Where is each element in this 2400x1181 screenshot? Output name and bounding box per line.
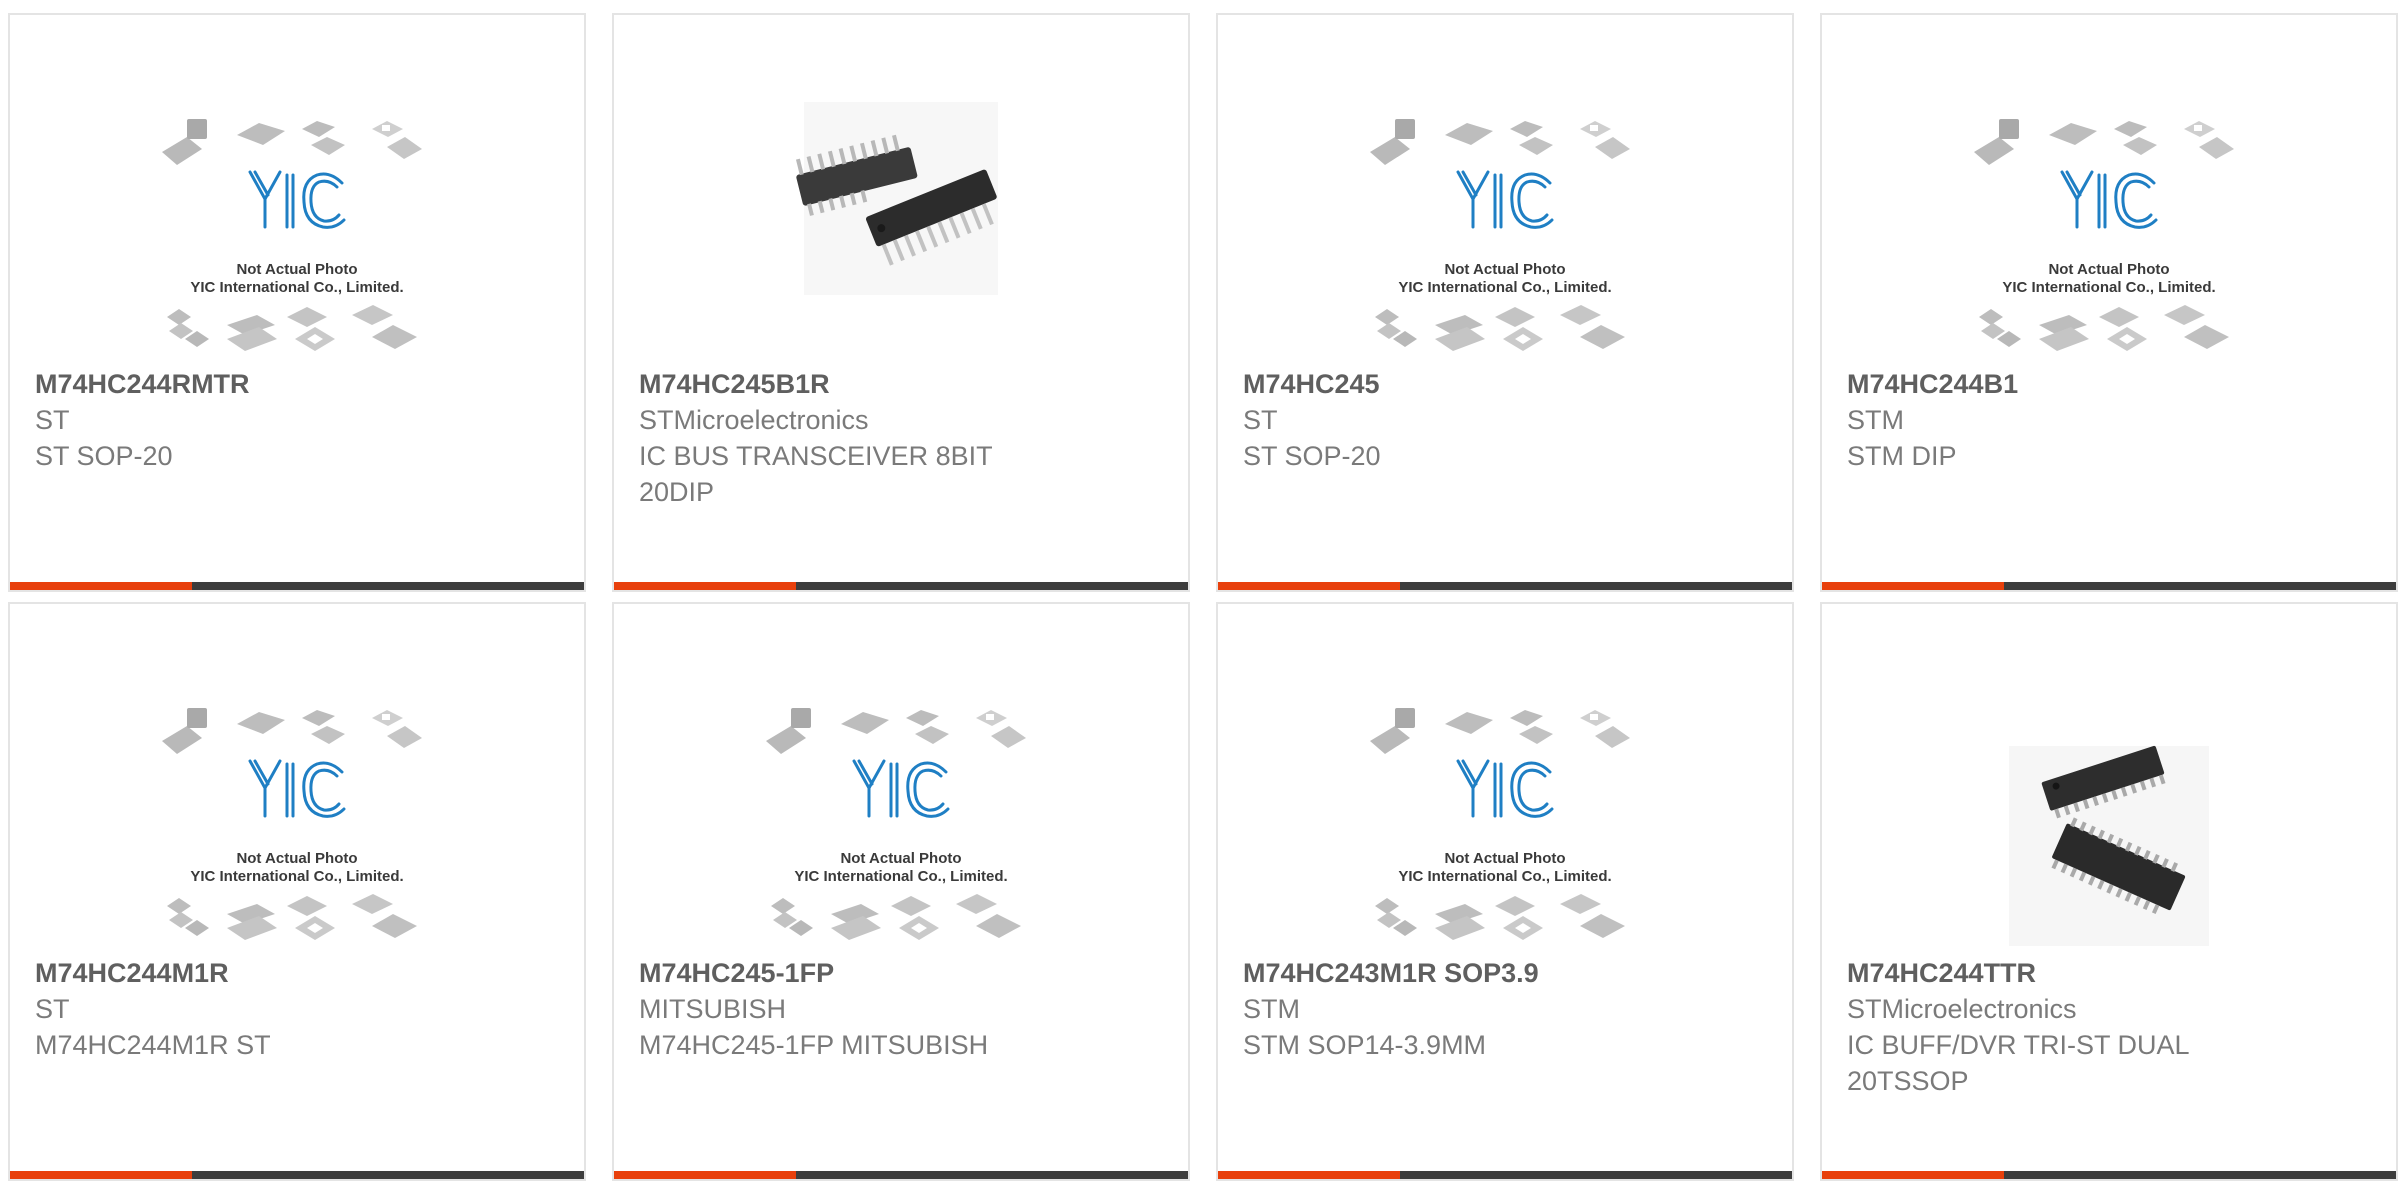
placeholder-caption-line2: YIC International Co., Limited.	[2002, 279, 2215, 296]
placeholder-caption-line2: YIC International Co., Limited.	[1398, 279, 1611, 296]
placeholder-caption-line1: Not Actual Photo	[236, 261, 357, 278]
placeholder-caption-line1: Not Actual Photo	[1444, 850, 1565, 867]
product-card[interactable]: Not Actual Photo YIC International Co., …	[1216, 602, 1794, 1181]
part-number[interactable]: M74HC244M1R	[35, 955, 465, 991]
description: M74HC245-1FP MITSUBISH	[639, 1030, 989, 1060]
placeholder-caption-line2: YIC International Co., Limited.	[190, 279, 403, 296]
manufacturer: MITSUBISH	[639, 994, 787, 1024]
card-bottom-bar	[614, 1171, 1188, 1179]
card-bottom-bar	[1218, 1171, 1792, 1179]
part-number[interactable]: M74HC245B1R	[639, 366, 1069, 402]
product-card[interactable]: Not Actual Photo YIC International Co., …	[8, 602, 586, 1181]
product-grid: Not Actual Photo YIC International Co., …	[0, 0, 2400, 1181]
manufacturer: ST	[1243, 405, 1278, 435]
placeholder-image: Not Actual Photo YIC International Co., …	[764, 706, 1028, 942]
product-info: M74HC244RMTR ST ST SOP-20	[35, 366, 465, 474]
card-accent	[614, 1171, 796, 1179]
description: IC BUS TRANSCEIVER 8BIT 20DIP	[639, 441, 993, 507]
card-bottom-bar	[1822, 582, 2396, 590]
card-bottom-bar	[1218, 582, 1792, 590]
placeholder-caption-line1: Not Actual Photo	[840, 850, 961, 867]
part-number[interactable]: M74HC245-1FP	[639, 955, 1069, 991]
description: STM DIP	[1847, 441, 1957, 471]
manufacturer: STMicroelectronics	[639, 405, 869, 435]
product-info: M74HC244B1 STM STM DIP	[1847, 366, 2277, 474]
description: ST SOP-20	[1243, 441, 1381, 471]
manufacturer: STMicroelectronics	[1847, 994, 2077, 1024]
card-accent	[614, 582, 796, 590]
part-number[interactable]: M74HC245	[1243, 366, 1673, 402]
product-info: M74HC244M1R ST M74HC244M1R ST	[35, 955, 465, 1063]
placeholder-caption-line2: YIC International Co., Limited.	[1398, 868, 1611, 885]
placeholder-image: Not Actual Photo YIC International Co., …	[1972, 117, 2236, 353]
product-info: M74HC245B1R STMicroelectronics IC BUS TR…	[639, 366, 1069, 510]
card-bottom-bar	[10, 1171, 584, 1179]
placeholder-image: Not Actual Photo YIC International Co., …	[1368, 117, 1632, 353]
product-card[interactable]: Not Actual Photo YIC International Co., …	[8, 13, 586, 592]
product-info: M74HC244TTR STMicroelectronics IC BUFF/D…	[1847, 955, 2277, 1099]
description: STM SOP14-3.9MM	[1243, 1030, 1487, 1060]
card-accent	[1822, 582, 2004, 590]
placeholder-caption-line2: YIC International Co., Limited.	[794, 868, 1007, 885]
card-accent	[1822, 1171, 2004, 1179]
placeholder-image: Not Actual Photo YIC International Co., …	[160, 117, 424, 353]
product-info: M74HC245 ST ST SOP-20	[1243, 366, 1673, 474]
product-card[interactable]: Not Actual Photo YIC International Co., …	[1820, 13, 2398, 592]
part-number[interactable]: M74HC243M1R SOP3.9	[1243, 955, 1673, 991]
manufacturer: ST	[35, 405, 70, 435]
manufacturer: STM	[1243, 994, 1300, 1024]
card-accent	[1218, 582, 1400, 590]
product-info: M74HC243M1R SOP3.9 STM STM SOP14-3.9MM	[1243, 955, 1673, 1063]
card-accent	[1218, 1171, 1400, 1179]
placeholder-image: Not Actual Photo YIC International Co., …	[160, 706, 424, 942]
placeholder-caption-line1: Not Actual Photo	[236, 850, 357, 867]
card-bottom-bar	[1822, 1171, 2396, 1179]
description: M74HC244M1R ST	[35, 1030, 271, 1060]
card-accent	[10, 582, 192, 590]
part-number[interactable]: M74HC244RMTR	[35, 366, 465, 402]
description: IC BUFF/DVR TRI-ST DUAL 20TSSOP	[1847, 1030, 2189, 1096]
card-bottom-bar	[614, 582, 1188, 590]
description: ST SOP-20	[35, 441, 173, 471]
manufacturer: ST	[35, 994, 70, 1024]
placeholder-caption-line2: YIC International Co., Limited.	[190, 868, 403, 885]
dip-chip-photo	[795, 102, 998, 295]
product-card[interactable]: M74HC244TTR STMicroelectronics IC BUFF/D…	[1820, 602, 2398, 1181]
product-card[interactable]: Not Actual Photo YIC International Co., …	[612, 602, 1190, 1181]
placeholder-image: Not Actual Photo YIC International Co., …	[1368, 706, 1632, 942]
placeholder-caption-line1: Not Actual Photo	[1444, 261, 1565, 278]
product-card[interactable]: Not Actual Photo YIC International Co., …	[1216, 13, 1794, 592]
product-card[interactable]: M74HC245B1R STMicroelectronics IC BUS TR…	[612, 13, 1190, 592]
card-bottom-bar	[10, 582, 584, 590]
part-number[interactable]: M74HC244TTR	[1847, 955, 2277, 991]
part-number[interactable]: M74HC244B1	[1847, 366, 2277, 402]
manufacturer: STM	[1847, 405, 1904, 435]
card-accent	[10, 1171, 192, 1179]
tssop-chip-photo	[2009, 745, 2209, 946]
placeholder-caption-line1: Not Actual Photo	[2048, 261, 2169, 278]
product-info: M74HC245-1FP MITSUBISH M74HC245-1FP MITS…	[639, 955, 1069, 1063]
